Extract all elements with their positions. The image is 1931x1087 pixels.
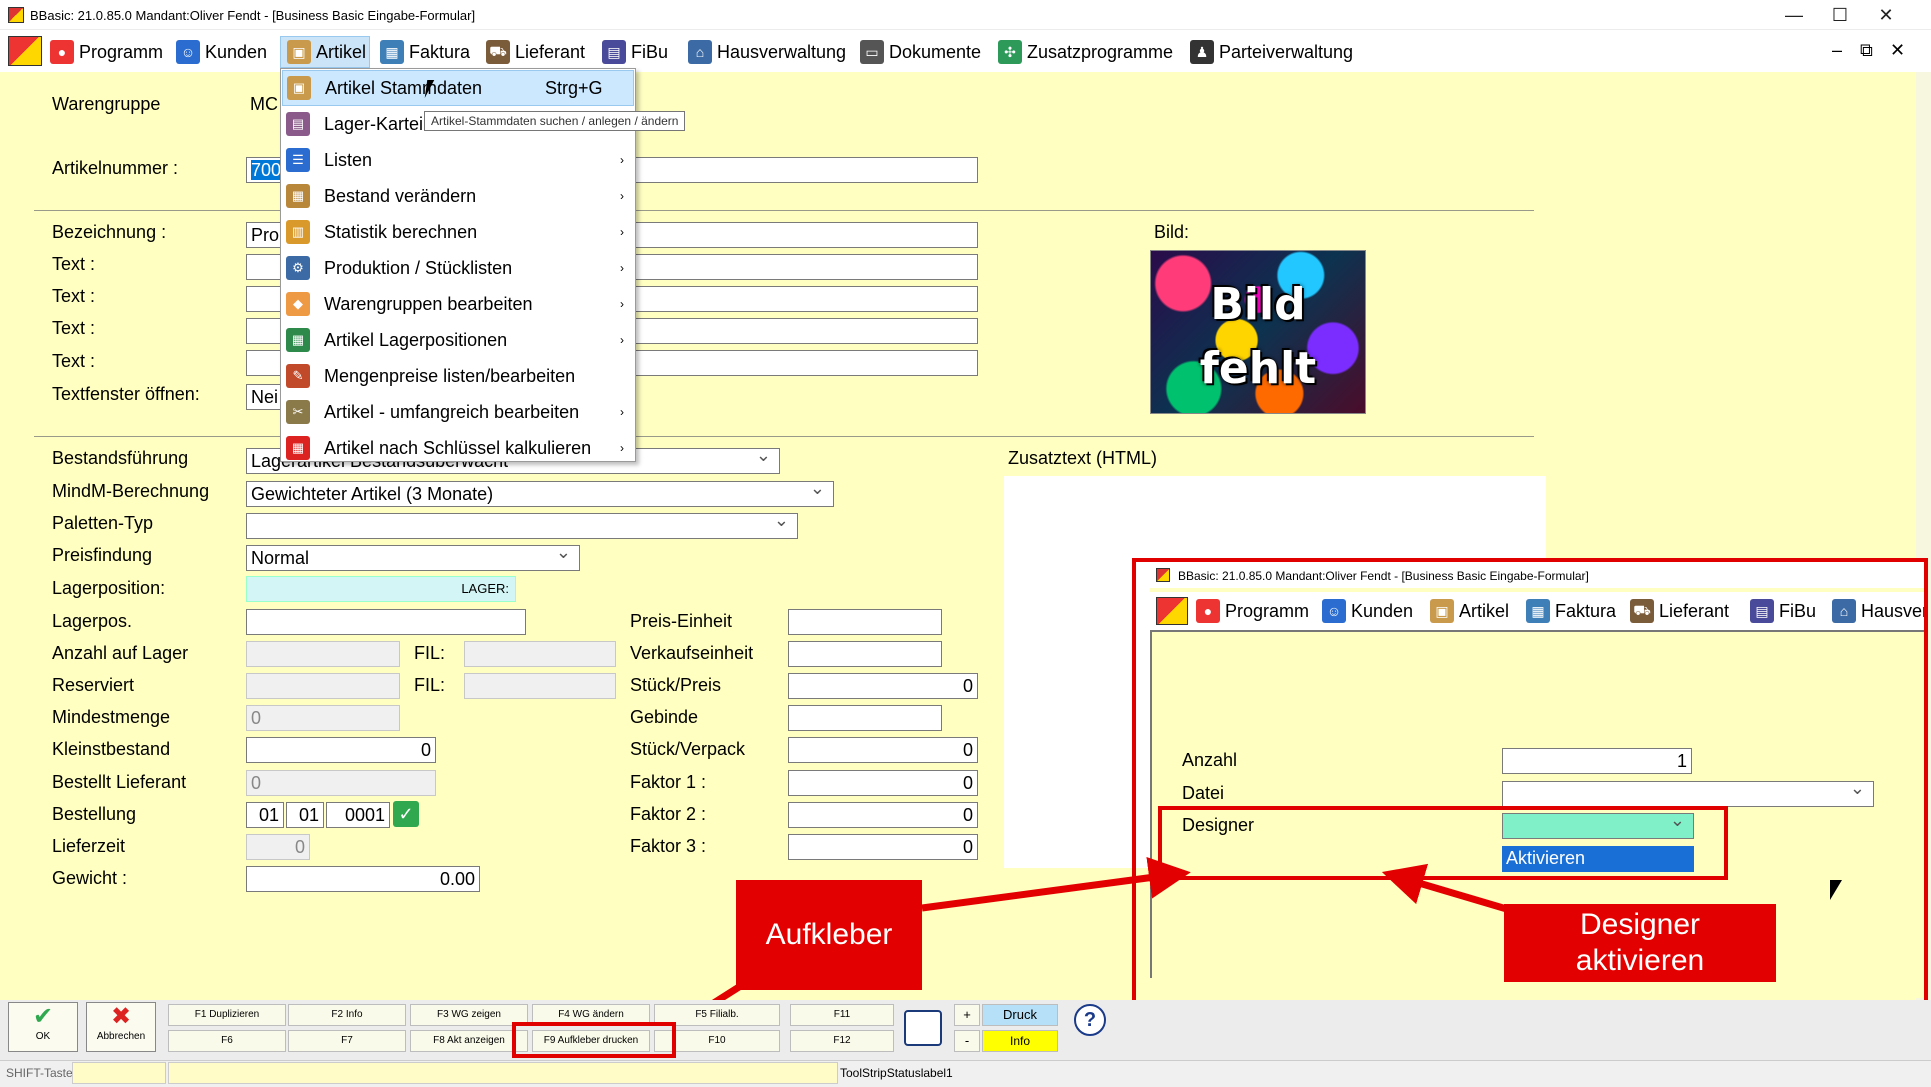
f11-button[interactable]: F11 [790, 1004, 894, 1026]
ok-label: OK [35, 1031, 51, 1042]
arrow-to-inset [921, 856, 1191, 912]
help-button[interactable]: ? [1074, 1004, 1106, 1036]
druck-button[interactable]: Druck [982, 1004, 1058, 1026]
f2-button[interactable]: F2 Info [288, 1004, 406, 1026]
printer-settings-icon[interactable] [904, 1010, 942, 1046]
annotation-arrows [650, 856, 1511, 1044]
ok-check-icon: ✔ [32, 1003, 54, 1030]
f7-button[interactable]: F7 [288, 1030, 406, 1052]
status-panel-2 [168, 1062, 838, 1084]
f3-button[interactable]: F3 WG zeigen [410, 1004, 528, 1026]
ok-button[interactable]: ✔ OK [8, 1002, 78, 1052]
cancel-x-icon: ✖ [110, 1003, 132, 1030]
abbrechen-label: Abbrechen [96, 1031, 146, 1042]
f12-button[interactable]: F12 [790, 1030, 894, 1052]
arrow-to-designer [1381, 863, 1511, 914]
status-label: ToolStripStatuslabel1 [840, 1066, 953, 1080]
f1-button[interactable]: F1 Duplizieren [168, 1004, 286, 1026]
status-panel-1 [72, 1062, 166, 1084]
f9-highlight-box [512, 1022, 676, 1058]
info-button[interactable]: Info [982, 1030, 1058, 1052]
f8-button[interactable]: F8 Akt anzeigen [410, 1030, 528, 1052]
minus-button[interactable]: - [954, 1030, 980, 1052]
abbrechen-button[interactable]: ✖ Abbrechen [86, 1002, 156, 1052]
shift-status: SHIFT-Taste [6, 1066, 73, 1080]
f6-button[interactable]: F6 [168, 1030, 286, 1052]
plus-button[interactable]: + [954, 1004, 980, 1026]
